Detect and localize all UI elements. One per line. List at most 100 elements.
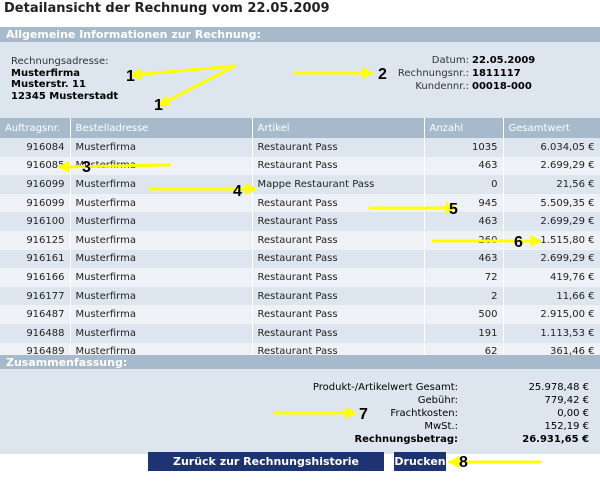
table-row: 916125 Musterfirma Restaurant Pass 260 1.515… <box>0 230 600 250</box>
summary-row-subtotal: Produkt-/Artikelwert Gesamt: 25.978,48 € <box>0 382 600 394</box>
article-cell: Restaurant Pass <box>252 230 425 250</box>
column-header-order-number: Auftragsnr. <box>0 118 71 138</box>
table-row: 916177 Musterfirma Restaurant Pass 2 11,66 € <box>0 286 600 306</box>
summary-label: Produkt-/Artikelwert Gesamt: <box>312 382 458 393</box>
address-line-city: 12345 Musterstadt <box>11 90 119 102</box>
page-title: Detailansicht der Rechnung vom 22.05.200… <box>4 1 330 16</box>
total-value-cell: 2.699,29 € <box>503 249 600 269</box>
order-number-cell: 916488 <box>0 323 71 343</box>
quantity-cell: 0 <box>424 175 504 194</box>
annotation-number: 8 <box>459 454 468 471</box>
summary-row-vat: MwSt.: 152,19 € <box>0 421 600 433</box>
date-value: 22.05.2009 <box>472 55 536 66</box>
back-to-history-button[interactable]: Zurück zur Rechnungshistorie <box>148 452 384 471</box>
order-number-cell: 916099 <box>0 193 71 213</box>
order-address-cell: Musterfirma <box>70 230 253 250</box>
total-value-cell: 1.113,53 € <box>503 323 600 343</box>
order-number-cell: 916177 <box>0 286 71 306</box>
quantity-cell: 1035 <box>424 138 504 157</box>
table-row: 916166 Musterfirma Restaurant Pass 72 419,76… <box>0 268 600 287</box>
column-header-quantity: Anzahl <box>424 118 504 138</box>
order-address-cell: Musterfirma <box>70 268 253 287</box>
quantity-cell: 2 <box>424 286 504 306</box>
address-line-company: Musterfirma <box>11 67 81 79</box>
summary-label: Frachtkosten: <box>390 408 458 419</box>
customer-number-value: 00018-000 <box>472 81 532 92</box>
summary-row-total: Rechnungsbetrag: 26.931,65 € <box>0 434 600 446</box>
quantity-cell: 463 <box>424 249 504 269</box>
quantity-cell: 945 <box>424 193 504 213</box>
article-cell: Restaurant Pass <box>252 305 425 324</box>
order-number-cell: 916166 <box>0 268 71 287</box>
total-value-cell: 2.699,29 € <box>503 156 600 176</box>
quantity-cell: 72 <box>424 268 504 287</box>
order-number-cell: 916100 <box>0 212 71 231</box>
order-address-cell: Musterfirma <box>70 323 253 343</box>
total-label: Rechnungsbetrag: <box>354 434 458 445</box>
table-row: 916100 Musterfirma Restaurant Pass 463 2.699… <box>0 212 600 231</box>
total-value-cell: 21,56 € <box>503 175 600 194</box>
order-number-cell: 916487 <box>0 305 71 324</box>
table-row: 916085 Musterfirma Restaurant Pass 463 2.699… <box>0 156 600 176</box>
total-value-cell: 11,66 € <box>503 286 600 306</box>
total-value: 26.931,65 € <box>522 434 589 445</box>
article-cell: Mappe Restaurant Pass <box>252 175 425 194</box>
billing-address: Rechnungsadresse: Musterfirma Musterstr.… <box>11 56 118 102</box>
total-value-cell: 6.034,05 € <box>503 138 600 157</box>
quantity-cell: 500 <box>424 305 504 324</box>
summary-header: Zusammenfassung: <box>0 355 600 370</box>
total-value-cell: 2.699,29 € <box>503 212 600 231</box>
total-value-cell: 1.515,80 € <box>503 230 600 250</box>
invoice-items-table: Auftragsnr. Bestelladresse Artikel Anzah… <box>0 118 600 362</box>
table-header-row: Auftragsnr. Bestelladresse Artikel Anzah… <box>0 118 600 138</box>
table-row: 916487 Musterfirma Restaurant Pass 500 2.915… <box>0 305 600 324</box>
total-value-cell: 419,76 € <box>503 268 600 287</box>
table-row: 916161 Musterfirma Restaurant Pass 463 2.699… <box>0 249 600 269</box>
invoice-meta: Datum: 22.05.2009 Rechnungsnr.: 1811117 Ku… <box>398 54 542 93</box>
column-header-total-value: Gesamtwert <box>503 118 600 138</box>
order-address-cell: Musterfirma <box>70 305 253 324</box>
summary-row-freight: Frachtkosten: 0,00 € <box>0 408 600 420</box>
table-row: 916099 Musterfirma Mappe Restaurant Pass 0 2… <box>0 175 600 194</box>
summary-label: Gebühr: <box>417 395 458 406</box>
invoice-number-label: Rechnungsnr.: <box>397 68 469 79</box>
summary-value: 779,42 € <box>544 395 589 406</box>
order-number-cell: 916161 <box>0 249 71 269</box>
article-cell: Restaurant Pass <box>252 193 425 213</box>
order-number-cell: 916084 <box>0 138 71 157</box>
article-cell: Restaurant Pass <box>252 212 425 231</box>
summary-label: MwSt.: <box>424 421 458 432</box>
total-value-cell: 5.509,35 € <box>503 193 600 213</box>
address-line-street: Musterstr. 11 <box>11 79 86 90</box>
column-header-order-address: Bestelladresse <box>70 118 253 138</box>
invoice-number-value: 1811117 <box>472 68 521 79</box>
customer-number-label: Kundennr.: <box>415 81 469 92</box>
order-address-cell: Musterfirma <box>70 138 253 157</box>
order-address-cell: Musterfirma <box>70 175 253 194</box>
article-cell: Restaurant Pass <box>252 286 425 306</box>
order-address-cell: Musterfirma <box>70 156 253 176</box>
general-info-header: Allgemeine Informationen zur Rechnung: <box>0 27 600 42</box>
order-address-cell: Musterfirma <box>70 286 253 306</box>
article-cell: Restaurant Pass <box>252 138 425 157</box>
order-address-cell: Musterfirma <box>70 249 253 269</box>
order-address-cell: Musterfirma <box>70 193 253 213</box>
article-cell: Restaurant Pass <box>252 156 425 176</box>
article-cell: Restaurant Pass <box>252 323 425 343</box>
table-row: 916099 Musterfirma Restaurant Pass 945 5.509… <box>0 193 600 213</box>
table-row: 916084 Musterfirma Restaurant Pass 1035 6.03… <box>0 138 600 157</box>
order-number-cell: 916085 <box>0 156 71 176</box>
quantity-cell: 191 <box>424 323 504 343</box>
quantity-cell: 463 <box>424 212 504 231</box>
column-header-article: Artikel <box>252 118 425 138</box>
quantity-cell: 260 <box>424 230 504 250</box>
summary-value: 152,19 € <box>544 421 589 432</box>
summary-panel: Produkt-/Artikelwert Gesamt: 25.978,48 € … <box>0 369 600 454</box>
table-row: 916488 Musterfirma Restaurant Pass 191 1.113… <box>0 323 600 343</box>
order-number-cell: 916099 <box>0 175 71 194</box>
print-button[interactable]: Drucken <box>394 452 446 471</box>
article-cell: Restaurant Pass <box>252 268 425 287</box>
order-address-cell: Musterfirma <box>70 212 253 231</box>
summary-row-fee: Gebühr: 779,42 € <box>0 395 600 407</box>
quantity-cell: 463 <box>424 156 504 176</box>
